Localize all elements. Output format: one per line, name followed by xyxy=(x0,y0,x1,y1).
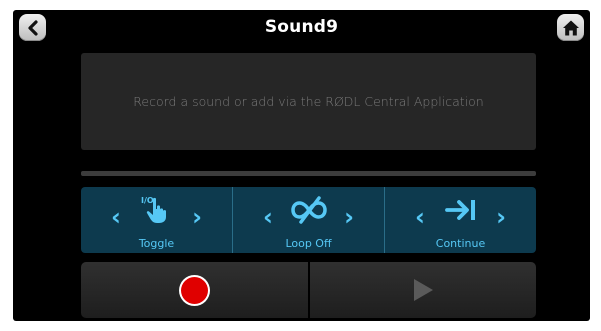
toggle-label: Toggle xyxy=(138,237,175,250)
continue-label: Continue xyxy=(435,237,486,250)
home-icon xyxy=(562,20,579,35)
sound-settings-bar: ‹ I/O › Toggle ‹ › Loop Off ‹ › Continue xyxy=(81,187,536,253)
loop-off-icon xyxy=(290,196,327,224)
touch-toggle-icon xyxy=(146,197,166,223)
sound-empty-message: Record a sound or add via the RØDL Centr… xyxy=(133,94,484,109)
loop-next-arrow[interactable]: › xyxy=(344,205,354,229)
toggle-next-arrow[interactable]: › xyxy=(192,205,202,229)
toggle-prev-arrow[interactable]: ‹ xyxy=(111,205,121,229)
continue-prev-arrow[interactable]: ‹ xyxy=(415,205,425,229)
page-title: Sound9 xyxy=(264,17,339,37)
continue-next-arrow[interactable]: › xyxy=(496,205,506,229)
loop-prev-arrow[interactable]: ‹ xyxy=(263,205,273,229)
playback-progress-bar[interactable] xyxy=(81,171,536,176)
record-button[interactable] xyxy=(81,262,308,318)
play-icon xyxy=(413,279,433,301)
play-button[interactable] xyxy=(307,262,536,318)
transport-controls xyxy=(81,262,536,318)
loop-label: Loop Off xyxy=(285,237,332,250)
sound-info-panel: Record a sound or add via the RØDL Centr… xyxy=(81,53,536,150)
toggle-mode-control: ‹ I/O › Toggle xyxy=(81,187,232,253)
home-button[interactable] xyxy=(557,14,584,41)
record-icon xyxy=(180,276,208,304)
continue-icon xyxy=(444,200,475,220)
device-screen: Sound9 Record a sound or add via the RØD… xyxy=(13,10,590,321)
continue-control: ‹ › Continue xyxy=(384,187,536,253)
loop-control: ‹ › Loop Off xyxy=(232,187,384,253)
